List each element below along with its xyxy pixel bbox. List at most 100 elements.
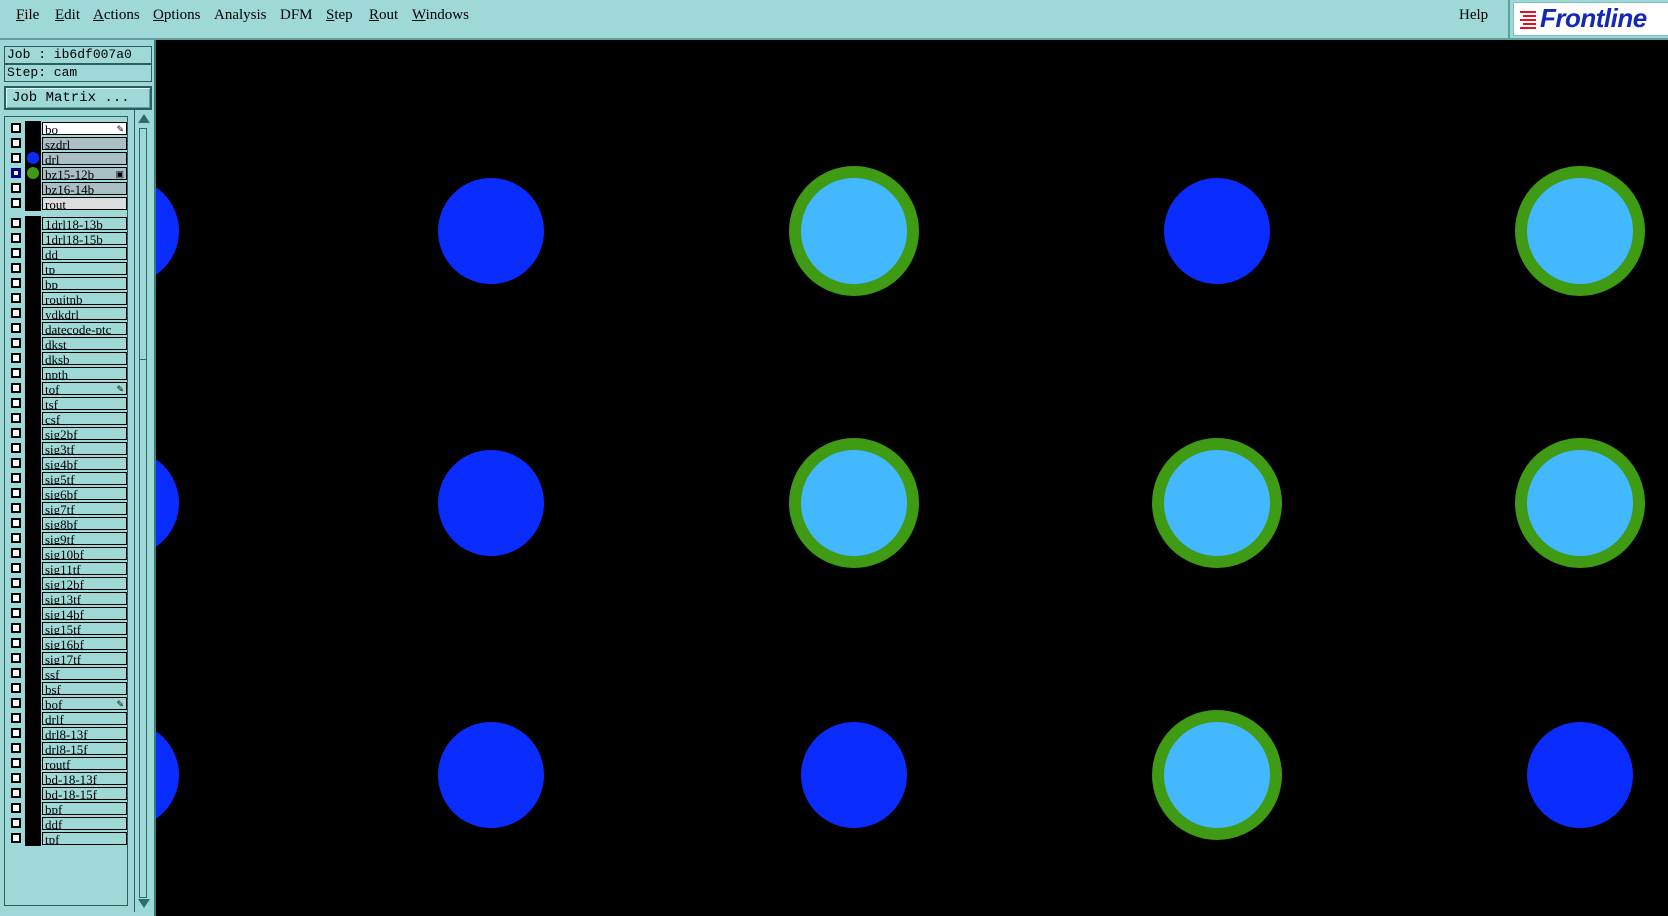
layer-name[interactable]: bz16-14b: [42, 182, 127, 195]
layer-row[interactable]: sig3tf: [5, 441, 129, 456]
layer-row[interactable]: csf: [5, 411, 129, 426]
layer-color-cell[interactable]: [25, 261, 41, 276]
layer-row[interactable]: tpf: [5, 831, 129, 846]
layer-row[interactable]: datecode-ptc: [5, 321, 129, 336]
layer-checkbox[interactable]: [11, 488, 21, 498]
layer-name[interactable]: npth: [42, 367, 127, 380]
layer-row[interactable]: 1drl18-15b: [5, 231, 129, 246]
layer-checkbox[interactable]: [11, 473, 21, 483]
menu-step[interactable]: Step: [326, 4, 353, 26]
layer-color-cell[interactable]: [25, 801, 41, 816]
pad-fill[interactable]: [1527, 178, 1633, 284]
layer-checkbox[interactable]: [11, 773, 21, 783]
layer-row[interactable]: sig4bf: [5, 456, 129, 471]
scroll-down-arrow-icon[interactable]: [138, 899, 150, 908]
layer-color-cell[interactable]: [25, 336, 41, 351]
layer-row[interactable]: sig5tf: [5, 471, 129, 486]
layer-row[interactable]: sig7tf: [5, 501, 129, 516]
layer-color-cell[interactable]: [25, 681, 41, 696]
layer-row[interactable]: szdrl: [5, 136, 129, 151]
layer-row[interactable]: ddf: [5, 816, 129, 831]
layer-checkbox[interactable]: [11, 728, 21, 738]
layer-row[interactable]: sig16bf: [5, 636, 129, 651]
job-matrix-button[interactable]: Job Matrix ...: [4, 86, 152, 110]
layer-row[interactable]: npth: [5, 366, 129, 381]
layer-color-cell[interactable]: [25, 696, 41, 711]
layer-color-cell[interactable]: [25, 576, 41, 591]
layer-row[interactable]: sig15tf: [5, 621, 129, 636]
layer-color-cell[interactable]: [25, 786, 41, 801]
layer-name[interactable]: sig4bf: [42, 457, 127, 470]
layer-checkbox[interactable]: [11, 263, 21, 273]
drill-pad[interactable]: [156, 450, 179, 556]
layer-checkbox[interactable]: [11, 323, 21, 333]
layer-checkbox[interactable]: [11, 533, 21, 543]
layer-color-cell[interactable]: [25, 591, 41, 606]
layer-row[interactable]: bz15-12b ▣: [5, 166, 129, 181]
drill-pad[interactable]: [1164, 178, 1270, 284]
layer-name[interactable]: ydkdrl: [42, 307, 127, 320]
layer-name[interactable]: drl8-13f: [42, 727, 127, 740]
menu-analysis[interactable]: Analysis: [214, 4, 267, 26]
layer-name[interactable]: sig8bf: [42, 517, 127, 530]
layer-checkbox[interactable]: [11, 608, 21, 618]
layer-name[interactable]: sig7tf: [42, 502, 127, 515]
layer-row[interactable]: rout: [5, 196, 129, 211]
layer-row[interactable]: roujtnb: [5, 291, 129, 306]
layer-color-cell[interactable]: [25, 711, 41, 726]
layer-color-cell[interactable]: [25, 196, 41, 211]
layer-checkbox[interactable]: [11, 788, 21, 798]
layer-checkbox[interactable]: [11, 593, 21, 603]
layer-name[interactable]: sig2bf: [42, 427, 127, 440]
layer-row[interactable]: sig11tf: [5, 561, 129, 576]
layer-name[interactable]: drlf: [42, 712, 127, 725]
layer-checkbox[interactable]: [11, 638, 21, 648]
layer-name[interactable]: dksb: [42, 352, 127, 365]
layer-color-cell[interactable]: [25, 321, 41, 336]
layer-row[interactable]: bd-18-13f: [5, 771, 129, 786]
layer-row[interactable]: drl8-13f: [5, 726, 129, 741]
layer-color-cell[interactable]: [25, 381, 41, 396]
layer-checkbox[interactable]: [11, 563, 21, 573]
layer-color-cell[interactable]: [25, 516, 41, 531]
layer-checkbox[interactable]: [11, 398, 21, 408]
layer-color-cell[interactable]: [25, 726, 41, 741]
menu-help[interactable]: Help: [1459, 4, 1488, 26]
layer-checkbox[interactable]: [11, 443, 21, 453]
layer-color-cell[interactable]: [25, 651, 41, 666]
layer-color-cell[interactable]: [25, 561, 41, 576]
layer-color-cell[interactable]: [25, 741, 41, 756]
layer-list-scrollbar[interactable]: [134, 110, 152, 912]
layer-row[interactable]: sig10bf: [5, 546, 129, 561]
drill-pad[interactable]: [156, 722, 179, 828]
layer-checkbox[interactable]: [11, 518, 21, 528]
layer-checkbox[interactable]: [11, 713, 21, 723]
layer-row[interactable]: bo ✎: [5, 121, 129, 136]
layer-name[interactable]: ssf: [42, 667, 127, 680]
layer-name[interactable]: tp: [42, 262, 127, 275]
layer-row[interactable]: 1drl18-13b: [5, 216, 129, 231]
drill-pad[interactable]: [156, 178, 179, 284]
layer-color-cell[interactable]: [25, 441, 41, 456]
layer-name[interactable]: bd-18-13f: [42, 772, 127, 785]
layer-name[interactable]: szdrl: [42, 137, 127, 150]
layer-checkbox[interactable]: [11, 218, 21, 228]
pad-fill[interactable]: [1527, 450, 1633, 556]
layer-checkbox[interactable]: [11, 428, 21, 438]
layer-checkbox[interactable]: [11, 503, 21, 513]
layer-color-cell[interactable]: [25, 471, 41, 486]
layer-name[interactable]: tpf: [42, 832, 127, 845]
layer-name[interactable]: sig13tf: [42, 592, 127, 605]
layer-checkbox[interactable]: [11, 138, 21, 148]
layer-color-cell[interactable]: [25, 216, 41, 231]
layer-color-cell[interactable]: [25, 486, 41, 501]
layer-color-cell[interactable]: [25, 396, 41, 411]
layer-row[interactable]: bd-18-15f: [5, 786, 129, 801]
layer-color-cell[interactable]: [25, 411, 41, 426]
scroll-thumb[interactable]: [140, 129, 146, 360]
layer-name[interactable]: sig6bf: [42, 487, 127, 500]
pad-fill[interactable]: [801, 450, 907, 556]
layer-color-cell[interactable]: [25, 636, 41, 651]
layer-row[interactable]: bof ✎: [5, 696, 129, 711]
layer-row[interactable]: drlf: [5, 711, 129, 726]
